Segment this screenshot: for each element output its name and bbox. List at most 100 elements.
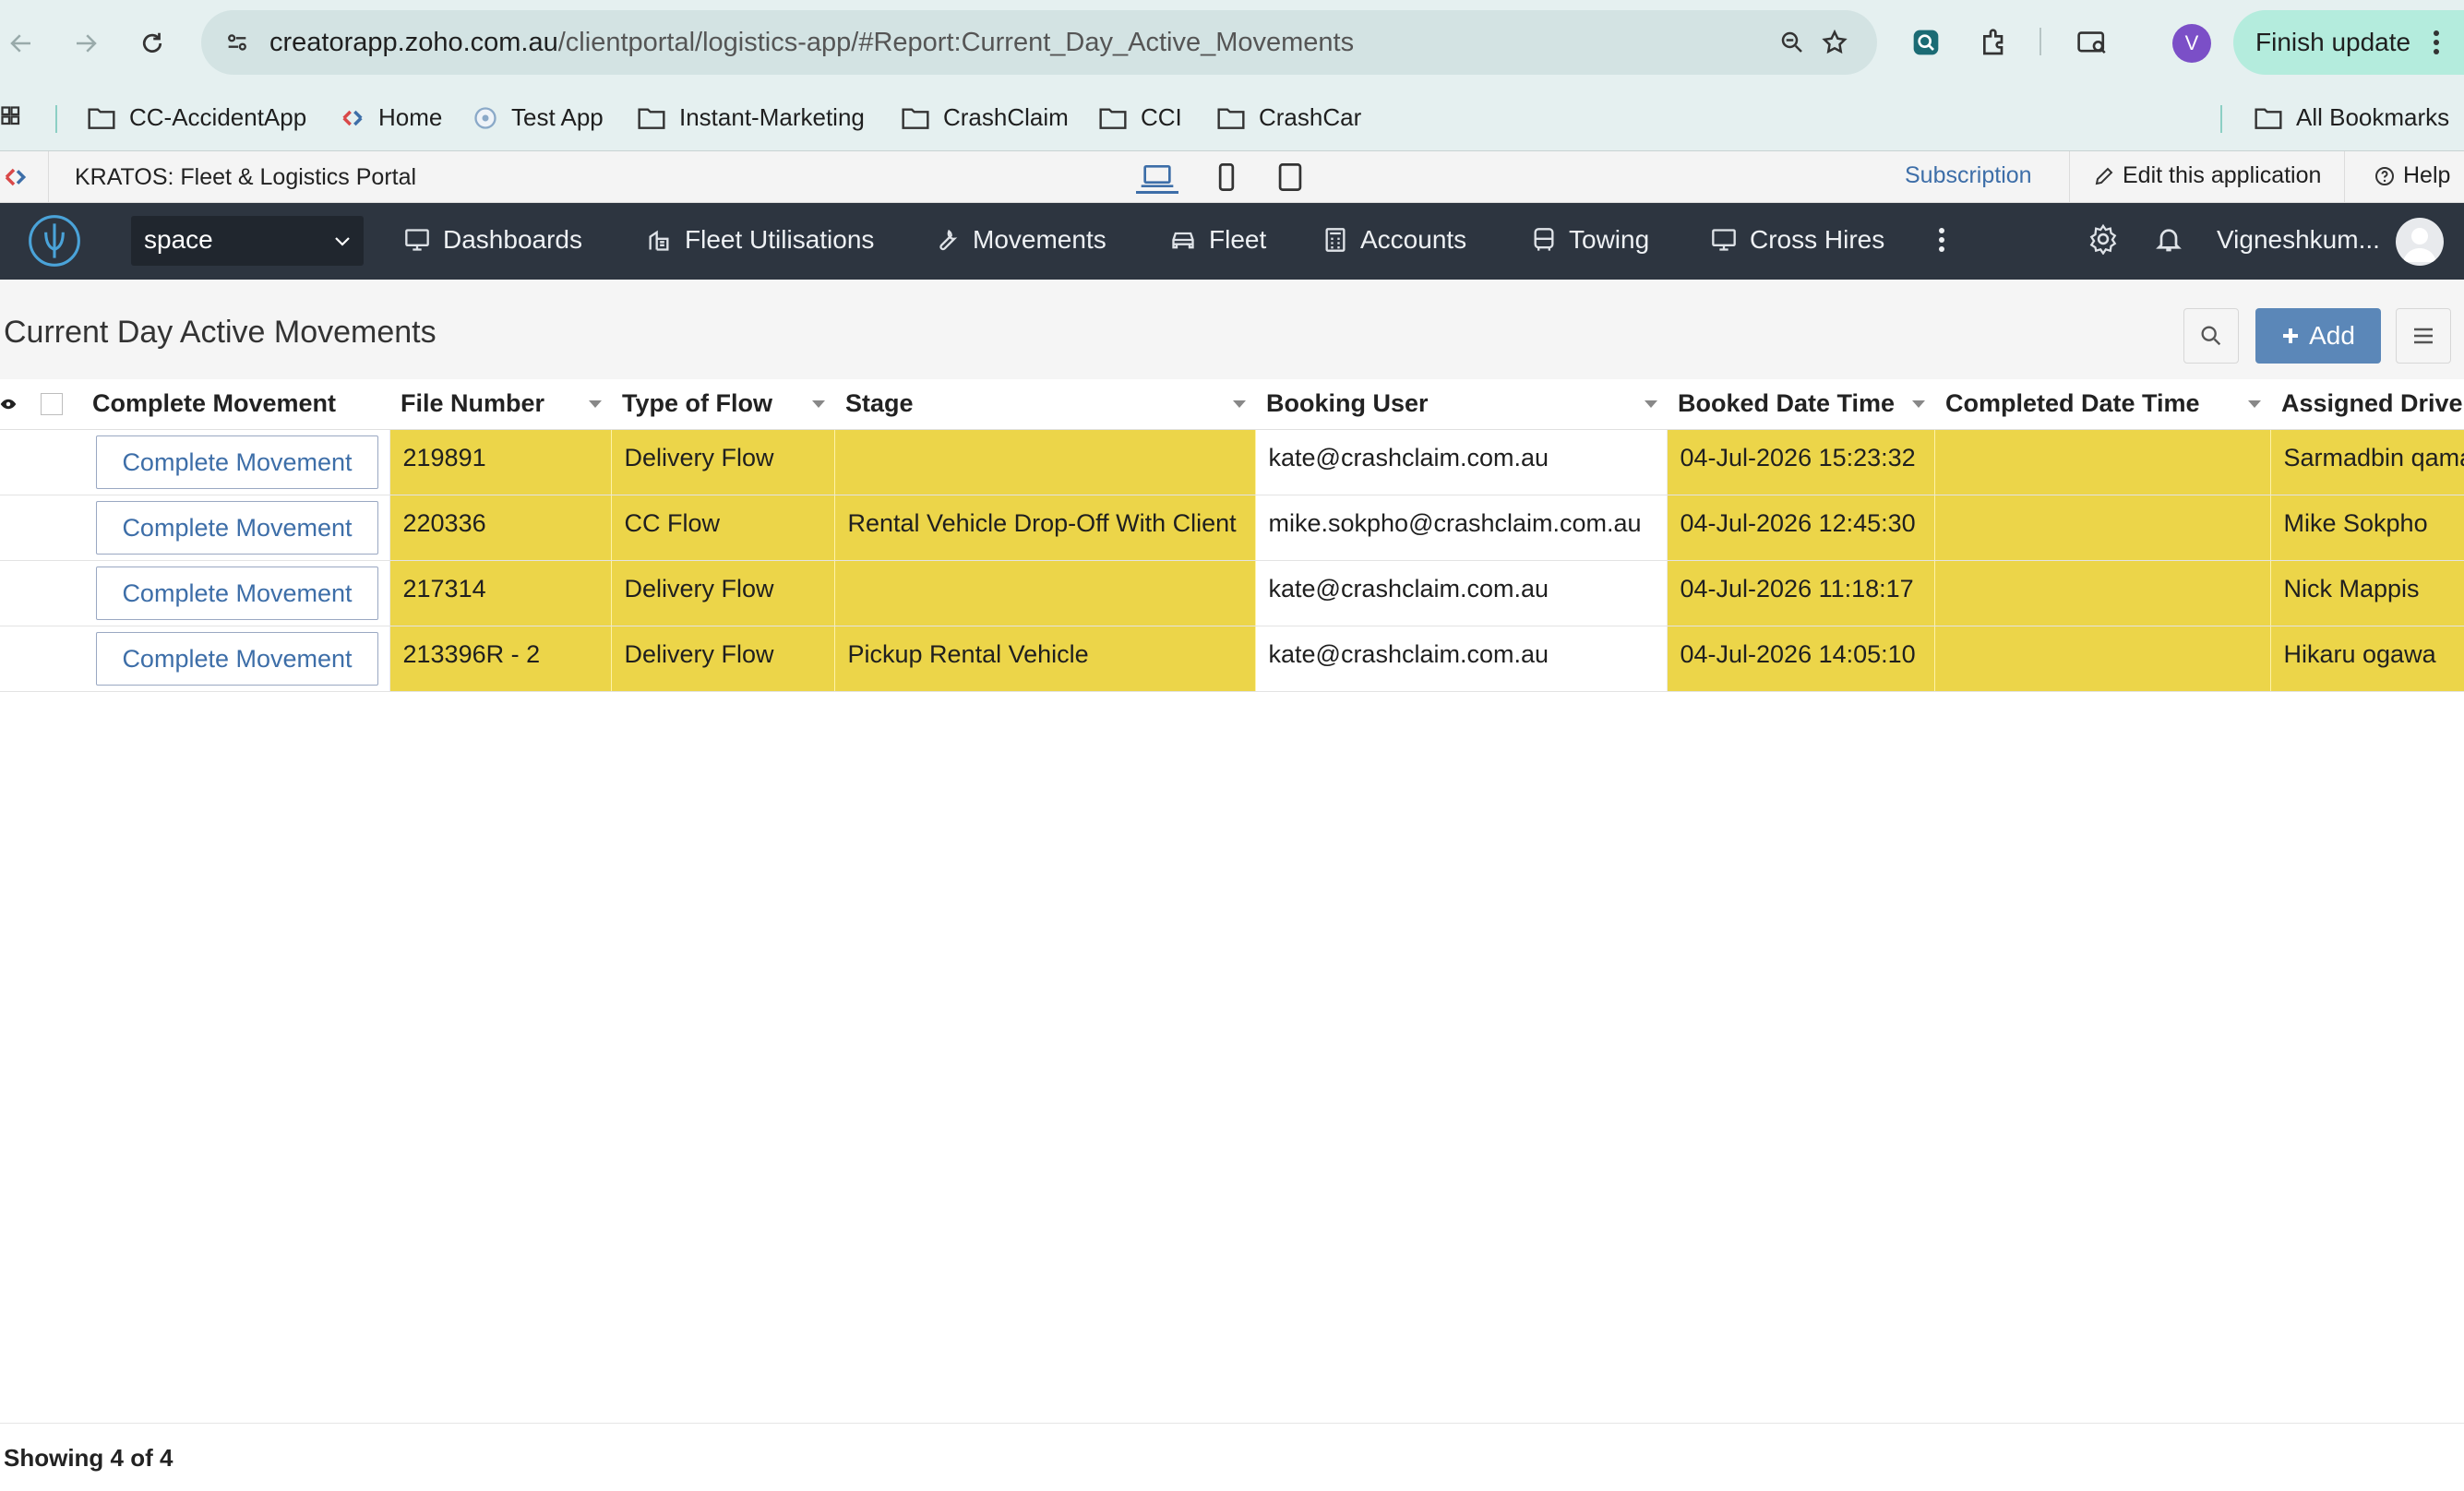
site-info-icon[interactable]: [218, 23, 257, 62]
sort-caret-icon[interactable]: [1912, 400, 1925, 408]
edit-application-link[interactable]: Edit this application: [2093, 162, 2321, 189]
pencil-icon: [2095, 167, 2113, 185]
booking-user-cell: kate@crashclaim.com.au: [1255, 626, 1668, 692]
column-header-stage[interactable]: Stage: [834, 379, 1255, 430]
complete-movement-button[interactable]: Complete Movement: [96, 566, 378, 620]
row-select-cell[interactable]: [33, 429, 79, 495]
bookmark-home[interactable]: Home: [340, 103, 442, 132]
sort-caret-icon[interactable]: [1233, 400, 1246, 408]
forward-button[interactable]: [54, 11, 118, 76]
app-title: KRATOS: Fleet & Logistics Portal: [75, 164, 417, 190]
bookmark-instant-marketing[interactable]: Instant-Marketing: [637, 103, 865, 132]
search-button[interactable]: [2183, 308, 2239, 364]
sort-caret-icon[interactable]: [1645, 400, 1657, 408]
divider: [2344, 151, 2345, 203]
back-button[interactable]: [0, 11, 54, 76]
finish-update-button[interactable]: Finish update: [2233, 10, 2464, 75]
select-all-checkbox[interactable]: [41, 392, 63, 415]
apps-grid-icon[interactable]: [0, 105, 28, 133]
row-select-cell[interactable]: [33, 626, 79, 692]
more-menu-icon[interactable]: [1938, 227, 1945, 253]
bookmark-label: CCI: [1141, 103, 1182, 131]
calculator-icon: [1325, 228, 1346, 252]
bookmark-star-icon[interactable]: [1815, 23, 1854, 62]
file-number-cell: 213396R - 2: [389, 626, 612, 692]
row-spacer: [0, 626, 33, 692]
column-header-booked-date-time[interactable]: Booked Date Time: [1667, 379, 1934, 430]
row-spacer: [0, 560, 33, 626]
subscription-link[interactable]: Subscription: [1905, 162, 2032, 189]
help-link[interactable]: Help: [2374, 162, 2450, 189]
bookmark-cc-accidentapp[interactable]: CC-AccidentApp: [87, 103, 306, 132]
help-label: Help: [2403, 162, 2451, 188]
booking-user-cell: kate@crashclaim.com.au: [1255, 429, 1668, 495]
nav-dashboards[interactable]: Dashboards: [404, 225, 582, 255]
sort-caret-icon[interactable]: [2248, 400, 2261, 408]
reload-button[interactable]: [120, 11, 185, 76]
sort-caret-icon[interactable]: [812, 400, 825, 408]
user-avatar[interactable]: [2396, 218, 2444, 266]
report-menu-button[interactable]: [2396, 308, 2451, 364]
profile-avatar[interactable]: V: [2172, 24, 2211, 63]
table-row[interactable]: Complete Movement 219891 Delivery Flow k…: [0, 429, 2464, 495]
address-bar[interactable]: creatorapp.zoho.com.au/clientportal/logi…: [201, 10, 1877, 75]
sort-caret-icon[interactable]: [589, 400, 602, 408]
column-header-type-of-flow[interactable]: Type of Flow: [611, 379, 834, 430]
nav-fleet-utilisations[interactable]: Fleet Utilisations: [646, 225, 874, 255]
url-host: creatorapp.zoho.com.au: [269, 28, 558, 57]
lens-extension-icon[interactable]: [1904, 20, 1948, 65]
tab-search-icon[interactable]: [2070, 20, 2114, 65]
nav-movements[interactable]: Movements: [934, 225, 1106, 255]
column-header-assigned-driver[interactable]: Assigned Driver: [2270, 379, 2464, 430]
driver-cell: Nick Mappis: [2270, 560, 2464, 626]
row-select-cell[interactable]: [33, 495, 79, 561]
stage-cell: [834, 560, 1256, 626]
flow-cell: Delivery Flow: [611, 429, 835, 495]
bookmark-crashcar[interactable]: CrashCar: [1216, 103, 1361, 132]
nav-label: Fleet Utilisations: [685, 225, 875, 254]
bookmark-label: Home: [378, 103, 443, 131]
completed-date-cell: [1934, 626, 2271, 692]
nav-label: Dashboards: [443, 225, 582, 254]
driver-cell: Sarmadbin qamar: [2270, 429, 2464, 495]
bookmark-label: CrashClaim: [943, 103, 1069, 131]
space-selector[interactable]: space: [131, 216, 364, 266]
column-header-booking-user[interactable]: Booking User: [1255, 379, 1667, 430]
bookmark-crashclaim[interactable]: CrashClaim: [901, 103, 1069, 132]
nav-towing[interactable]: Towing: [1532, 225, 1649, 255]
desktop-view-icon[interactable]: [1136, 161, 1178, 194]
app-logo-icon[interactable]: [26, 212, 83, 269]
monitor-icon: [405, 229, 429, 251]
nav-accounts[interactable]: Accounts: [1323, 225, 1466, 255]
plus-icon: [2283, 328, 2299, 343]
user-avatar-icon: [2403, 228, 2436, 262]
bookmark-test-app[interactable]: Test App: [472, 103, 604, 132]
mobile-view-icon[interactable]: [1205, 161, 1248, 194]
nav-cross-hires[interactable]: Cross Hires: [1711, 225, 1884, 255]
bookmark-cci[interactable]: CCI: [1098, 103, 1182, 132]
notification-bell-icon[interactable]: [2154, 223, 2183, 255]
column-header-completed-date-time[interactable]: Completed Date Time: [1934, 379, 2270, 430]
complete-movement-button[interactable]: Complete Movement: [96, 435, 378, 489]
row-select-cell[interactable]: [33, 560, 79, 626]
zoho-creator-logo-icon[interactable]: [2, 162, 33, 192]
user-menu[interactable]: Vigneshkum...: [2217, 225, 2380, 255]
extensions-icon[interactable]: [1972, 20, 2016, 65]
complete-movement-button[interactable]: Complete Movement: [96, 500, 378, 555]
complete-movement-button[interactable]: Complete Movement: [96, 631, 378, 686]
nav-label: Movements: [973, 225, 1106, 254]
column-header-file-number[interactable]: File Number: [389, 379, 611, 430]
stage-cell: Rental Vehicle Drop-Off With Client: [834, 495, 1256, 561]
table-row[interactable]: Complete Movement 217314 Delivery Flow k…: [0, 560, 2464, 626]
zoom-icon[interactable]: [1773, 23, 1812, 62]
column-visibility-toggle[interactable]: [0, 379, 33, 430]
settings-gear-icon[interactable]: [2087, 223, 2119, 255]
nav-fleet[interactable]: Fleet: [1170, 225, 1266, 255]
all-bookmarks[interactable]: All Bookmarks: [2254, 103, 2449, 132]
table-row[interactable]: Complete Movement 220336 CC Flow Rental …: [0, 495, 2464, 561]
tablet-view-icon[interactable]: [1269, 161, 1311, 194]
edit-application-label: Edit this application: [2123, 162, 2322, 188]
add-button[interactable]: Add: [2255, 308, 2381, 364]
table-row[interactable]: Complete Movement 213396R - 2 Delivery F…: [0, 626, 2464, 692]
select-all-checkbox-cell[interactable]: [33, 379, 79, 430]
